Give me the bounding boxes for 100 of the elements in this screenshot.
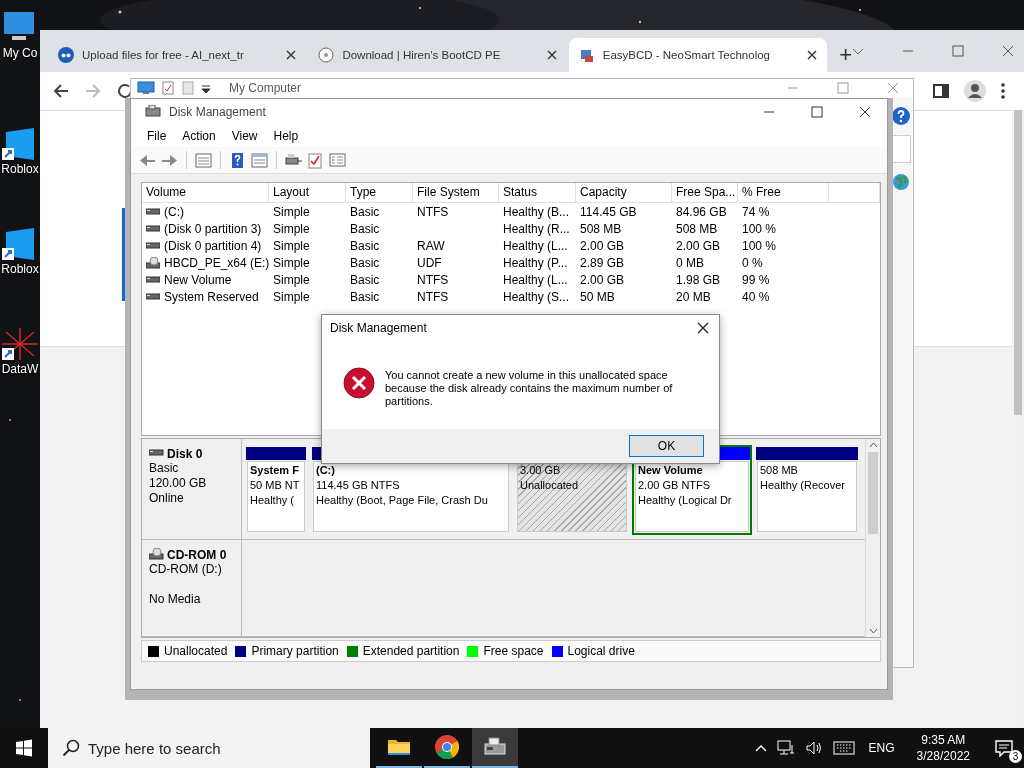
help-icon[interactable] <box>892 107 910 125</box>
volume-icon[interactable] <box>804 740 823 756</box>
properties-icon[interactable] <box>161 81 175 95</box>
partition-name: New Volume <box>638 463 704 478</box>
table-cell: (C:) <box>164 204 184 219</box>
help-book-icon[interactable] <box>229 151 246 169</box>
shortcut-icon[interactable] <box>0 326 40 362</box>
menu-item[interactable]: Action <box>174 127 224 145</box>
partition-block[interactable]: 3.00 GB Unallocated <box>517 461 627 532</box>
checklist-icon[interactable] <box>307 151 324 169</box>
table-cell-text: 0 % <box>741 255 764 270</box>
scrollbar[interactable] <box>865 439 880 637</box>
search-icon <box>62 739 80 757</box>
desktop-icon-label[interactable]: Roblox <box>1 262 39 276</box>
partition-block[interactable]: New Volume 2.00 GB NTFS Healthy (Logical Dr <box>635 461 749 532</box>
table-cell-text: Healthy (R... <box>502 221 571 236</box>
partition-block[interactable]: System F 50 MB NT Healthy ( <box>247 461 305 532</box>
partition-info: 2.00 GB NTFS <box>638 478 712 493</box>
language-indicator[interactable]: ENG <box>868 741 895 755</box>
table-cell-text: Simple <box>272 238 311 253</box>
column-header[interactable]: Type <box>346 183 413 202</box>
table-cell: HBCD_PE_x64 (E:) <box>164 255 269 270</box>
column-header[interactable]: Volume <box>142 183 269 202</box>
table-cell-text: Basic <box>349 272 381 287</box>
table-cell: System Reserved <box>164 289 259 304</box>
legend-label: Unallocated <box>164 644 228 658</box>
desktop-icon-label[interactable]: My Co <box>2 46 38 60</box>
table-cell-text: Simple <box>272 289 311 304</box>
globe-icon <box>892 173 910 191</box>
notification-badge: 3 <box>1009 750 1022 763</box>
legend-label: Extended partition <box>362 644 460 658</box>
table-cell: New Volume <box>164 272 232 287</box>
disk-info: CD-ROM (D:) <box>149 562 223 577</box>
partition-info: 3.00 GB <box>520 463 562 478</box>
column-header[interactable]: % Free <box>738 183 829 202</box>
close-icon[interactable] <box>546 50 557 60</box>
keyboard-icon[interactable] <box>832 741 855 755</box>
table-cell-text: Basic <box>349 255 381 270</box>
clock-date[interactable]: 3/28/2022 <box>916 748 970 764</box>
table-cell: (Disk 0 partition 4) <box>164 238 262 253</box>
clock-time[interactable]: 9:35 AM <box>921 732 966 748</box>
desktop-icon-label[interactable]: DataW <box>1 362 39 376</box>
disk-app-icon <box>145 105 161 119</box>
partition-status: Healthy (Boot, Page File, Crash Du <box>316 493 489 508</box>
ok-button[interactable]: OK <box>629 435 704 457</box>
window-title: My Computer <box>229 81 302 95</box>
table-cell-text: 114.45 GB <box>579 204 638 219</box>
disk-name: Disk 0 <box>167 447 203 461</box>
search-field[interactable]: Type here to search <box>48 728 370 768</box>
search-field[interactable] <box>891 135 911 163</box>
close-icon[interactable] <box>697 322 709 334</box>
chevron-up-icon[interactable] <box>754 744 767 752</box>
table-cell-text: Simple <box>272 272 311 287</box>
scroll-up-icon[interactable] <box>868 442 878 448</box>
network-icon[interactable] <box>776 740 795 756</box>
column-header[interactable]: Status <box>499 183 576 202</box>
windows-start-icon[interactable] <box>15 739 33 757</box>
browser-icon[interactable] <box>434 734 460 760</box>
column-header[interactable]: Free Spa... <box>672 183 738 202</box>
table-cell-text: NTFS <box>416 272 450 287</box>
error-icon <box>343 367 375 399</box>
desktop-icon-label[interactable]: Roblox <box>1 162 39 176</box>
table-cell-text: Basic <box>349 238 381 253</box>
new-tab-button[interactable]: + <box>839 44 852 66</box>
table-cell-text: 74 % <box>741 204 771 219</box>
menu-item[interactable]: Help <box>265 127 307 145</box>
table-cell-text: Healthy (S... <box>502 289 571 304</box>
close-icon[interactable] <box>859 106 871 118</box>
drive-icon <box>146 222 160 235</box>
notification-icon[interactable] <box>994 739 1014 757</box>
maximize-icon[interactable] <box>952 45 964 57</box>
partition-block[interactable]: 508 MB Healthy (Recover <box>757 461 857 532</box>
tab-favicon-icon <box>58 47 74 63</box>
window-title: Disk Management <box>169 105 266 119</box>
browser-tab[interactable]: Upload files for free - AI_next_tr <box>48 38 307 72</box>
table-cell-text: Basic <box>349 204 381 219</box>
back-arrow-icon[interactable] <box>52 82 70 100</box>
partition-block[interactable]: (C:) 114.45 GB NTFS Healthy (Boot, Page File, Crash Du <box>313 461 509 532</box>
table-cell-text: NTFS <box>416 289 450 304</box>
menu-icon[interactable] <box>1000 82 1006 100</box>
tab-favicon-icon <box>318 47 335 63</box>
close-icon[interactable] <box>807 50 818 60</box>
menu-item[interactable]: File <box>139 127 175 145</box>
disk-info: 120.00 GB <box>149 476 208 491</box>
dialog-title: Disk Management <box>330 321 427 335</box>
profile-avatar-icon[interactable] <box>964 80 986 102</box>
table-cell-text: 0 MB <box>675 255 705 270</box>
table-cell-text: 1.98 GB <box>675 272 722 287</box>
column-header[interactable]: Capacity <box>576 183 672 202</box>
menu-item[interactable]: View <box>223 127 266 145</box>
side-panel-icon[interactable] <box>932 82 950 100</box>
table-cell-text: Healthy (B... <box>502 204 571 219</box>
close-icon[interactable] <box>286 50 297 60</box>
table-cell-text: Basic <box>349 289 381 304</box>
maximize-icon[interactable] <box>811 106 823 118</box>
column-header[interactable]: Layout <box>269 183 346 202</box>
browser-tab[interactable]: Download | Hiren's BootCD PE <box>308 38 567 72</box>
column-header[interactable]: File System <box>413 183 499 202</box>
browser-tab[interactable]: EasyBCD - NeoSmart Technolog <box>568 38 828 72</box>
scroll-down-icon[interactable] <box>868 628 878 634</box>
